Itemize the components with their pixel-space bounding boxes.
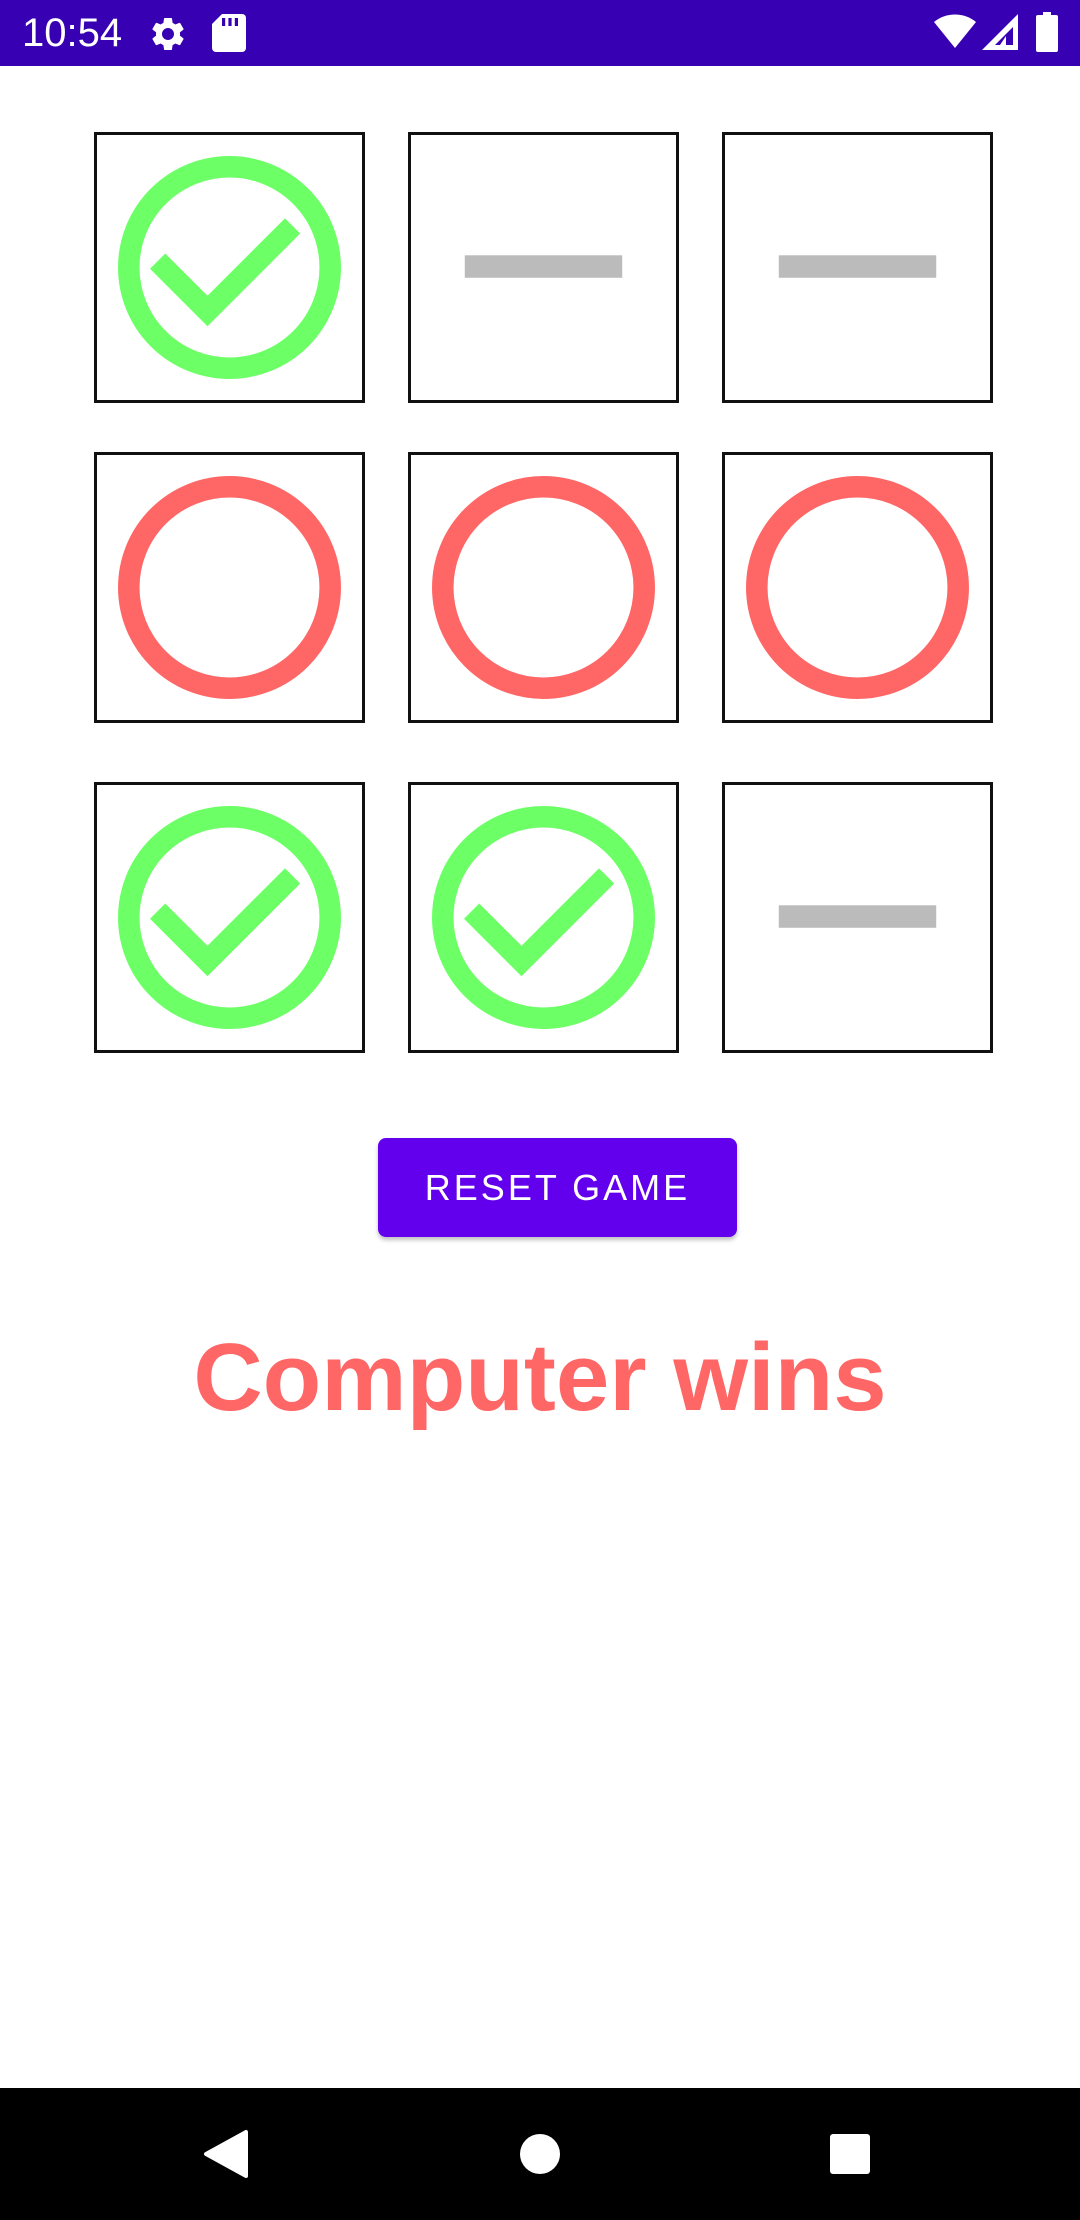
board-cell-r3c2[interactable] <box>408 782 679 1053</box>
board-cell-r2c1[interactable] <box>94 452 365 723</box>
screen: 10:54 RESET GAME Computer wins <box>0 0 1080 2220</box>
ring-icon <box>118 476 341 699</box>
ring-icon <box>432 476 655 699</box>
board-cell-r2c2[interactable] <box>408 452 679 723</box>
board-cell-r1c2[interactable] <box>408 132 679 403</box>
status-time: 10:54 <box>22 11 123 55</box>
board-cell-r1c1[interactable] <box>94 132 365 403</box>
check-circle-icon <box>118 156 341 379</box>
result-text: Computer wins <box>193 1324 887 1431</box>
navigation-bar <box>0 2088 1080 2220</box>
cellular-signal-icon <box>982 14 1018 55</box>
home-icon <box>520 2134 560 2174</box>
board-cell-r3c3[interactable] <box>722 782 993 1053</box>
ring-icon <box>746 476 969 699</box>
reset-game-button[interactable]: RESET GAME <box>378 1138 737 1237</box>
back-icon <box>204 2130 248 2178</box>
settings-icon <box>148 14 188 59</box>
back-button[interactable] <box>146 2088 306 2220</box>
board-cell-r3c1[interactable] <box>94 782 365 1053</box>
dash-icon <box>778 905 937 928</box>
wifi-icon <box>934 14 976 55</box>
check-circle-icon <box>118 806 341 1029</box>
game-board <box>94 132 998 1056</box>
battery-icon <box>1036 12 1058 57</box>
board-cell-r1c3[interactable] <box>722 132 993 403</box>
home-button[interactable] <box>460 2088 620 2220</box>
board-cell-r2c3[interactable] <box>722 452 993 723</box>
recents-icon <box>830 2134 870 2174</box>
status-bar: 10:54 <box>0 0 1080 66</box>
sd-card-icon <box>212 14 246 57</box>
dash-icon <box>778 255 937 278</box>
recents-button[interactable] <box>770 2088 930 2220</box>
dash-icon <box>464 255 623 278</box>
check-circle-icon <box>432 806 655 1029</box>
